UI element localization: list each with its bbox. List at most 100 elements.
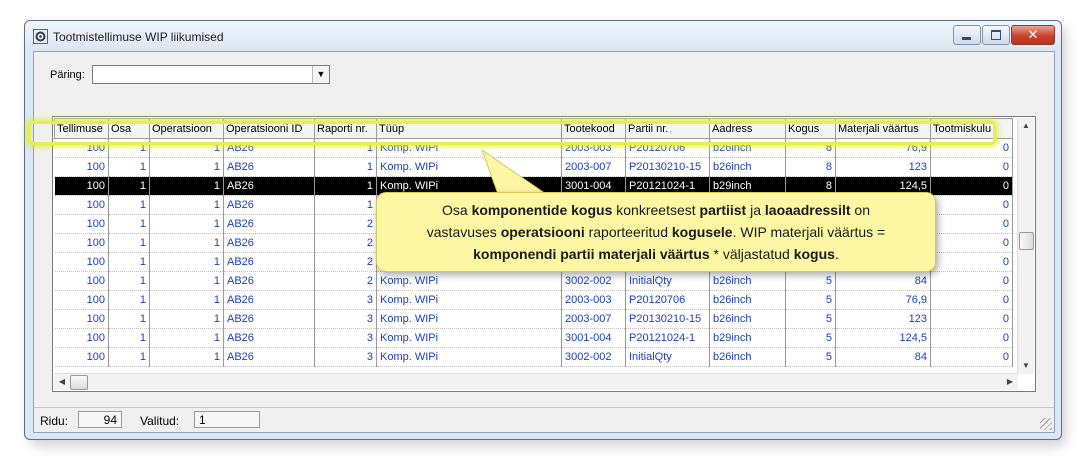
chevron-down-icon[interactable]: ▼	[312, 66, 329, 83]
table-cell: 1	[149, 214, 224, 234]
table-cell: 2	[314, 233, 377, 253]
scroll-right-icon[interactable]: ▶	[1002, 374, 1018, 390]
vertical-scrollbar[interactable]: ▲ ▼	[1017, 118, 1034, 374]
table-cell: InitialQty	[625, 347, 710, 367]
table-cell: Komp. WIPi	[376, 328, 562, 348]
table-cell: P20120706	[625, 138, 710, 158]
minimize-icon	[962, 37, 971, 40]
table-cell: 100	[54, 271, 109, 291]
callout-text: Osa	[442, 202, 472, 218]
table-cell: 1	[314, 176, 377, 196]
table-cell: 1	[314, 195, 377, 215]
table-row[interactable]: 100 1 1 AB26 3 Komp. WIPi 2003-003 P20120706 b26…	[54, 290, 1013, 310]
title-bar[interactable]: Tootmistellimuse WIP liikumised ✕	[25, 21, 1061, 51]
resize-grip-icon[interactable]	[1040, 418, 1052, 430]
callout-text: vastavuses	[426, 224, 501, 240]
query-dropdown[interactable]: ▼	[92, 65, 330, 84]
table-cell: AB26	[223, 271, 315, 291]
column-header[interactable]: Raporti nr.	[314, 118, 377, 139]
table-cell: 1	[108, 271, 150, 291]
column-header[interactable]: Kogus	[785, 118, 836, 139]
callout-emphasis: kogus	[793, 246, 835, 262]
table-cell: 0	[930, 271, 1013, 291]
table-cell: 2003-007	[561, 309, 626, 329]
table-cell: 5	[785, 290, 836, 310]
column-header[interactable]: Operatsioon	[149, 118, 224, 139]
table-cell: P20121024-1	[625, 328, 710, 348]
table-cell: 1	[108, 290, 150, 310]
table-cell: 1	[108, 138, 150, 158]
table-cell: P20130210-15	[625, 157, 710, 177]
column-header[interactable]: Tootekood	[561, 118, 626, 139]
table-cell: 2	[314, 271, 377, 291]
callout-line-2: vastavuses operatsiooni raporteeritud ko…	[377, 221, 935, 243]
table-cell: 100	[54, 309, 109, 329]
table-cell: 1	[149, 252, 224, 272]
scroll-up-icon[interactable]: ▲	[1018, 118, 1034, 134]
callout-pointer	[481, 150, 548, 195]
table-cell: 3	[314, 290, 377, 310]
column-header[interactable]: Materjali väärtus	[835, 118, 931, 139]
table-cell: b29inch	[709, 328, 786, 348]
table-cell: Komp. WIPi	[376, 347, 562, 367]
column-header[interactable]: Tellimuse	[54, 118, 109, 139]
table-cell: 5	[785, 347, 836, 367]
horizontal-scrollbar[interactable]: ◀ ▶	[54, 373, 1018, 390]
table-cell: 3	[314, 309, 377, 329]
table-cell: 1	[108, 176, 150, 196]
table-row[interactable]: 100 1 1 AB26 3 Komp. WIPi 2003-007 P20130210-15…	[54, 309, 1013, 329]
table-row[interactable]: 100 1 1 AB26 2 Komp. WIPi 3002-002 InitialQty b2…	[54, 271, 1013, 291]
horizontal-scroll-thumb[interactable]	[70, 375, 88, 390]
vertical-scroll-thumb[interactable]	[1019, 232, 1034, 250]
table-cell: 3002-002	[561, 347, 626, 367]
close-button[interactable]: ✕	[1011, 25, 1055, 45]
table-cell: 100	[54, 233, 109, 253]
table-cell: b26inch	[709, 290, 786, 310]
table-cell: AB26	[223, 233, 315, 253]
table-cell: 2	[314, 214, 377, 234]
table-cell: 100	[54, 347, 109, 367]
column-header[interactable]: Tootmiskulu	[930, 118, 1013, 139]
table-cell: 1	[108, 252, 150, 272]
rows-label: Ridu:	[40, 414, 69, 428]
table-cell: 1	[149, 328, 224, 348]
table-cell: 76,9	[835, 138, 931, 158]
column-header[interactable]: Osa	[108, 118, 150, 139]
table-cell: 3001-004	[561, 328, 626, 348]
table-cell: AB26	[223, 176, 315, 196]
table-cell: 123	[835, 309, 931, 329]
table-cell: b26inch	[709, 138, 786, 158]
table-row[interactable]: 100 1 1 AB26 3 Komp. WIPi 3002-002 InitialQty b2…	[54, 347, 1013, 367]
column-header[interactable]: Aadress	[709, 118, 786, 139]
table-cell: 1	[149, 347, 224, 367]
table-cell: 100	[54, 290, 109, 310]
maximize-button[interactable]	[982, 25, 1010, 45]
table-cell: 100	[54, 195, 109, 215]
minimize-button[interactable]	[953, 25, 981, 45]
column-header[interactable]: Operatsiooni ID	[223, 118, 315, 139]
table-cell: 0	[930, 347, 1013, 367]
maximize-icon	[991, 30, 1001, 40]
scroll-left-icon[interactable]: ◀	[54, 374, 70, 390]
table-cell: 84	[835, 271, 931, 291]
table-row[interactable]: 100 1 1 AB26 3 Komp. WIPi 3001-004 P20121024-1 b…	[54, 328, 1013, 348]
scroll-down-icon[interactable]: ▼	[1018, 358, 1034, 374]
column-header[interactable]: Partii nr.	[625, 118, 710, 139]
table-cell: AB26	[223, 214, 315, 234]
annotation-callout: Osa komponentide kogus konkreetsest part…	[376, 192, 936, 272]
table-cell: 1	[149, 195, 224, 215]
table-cell: AB26	[223, 138, 315, 158]
window-controls: ✕	[952, 25, 1055, 45]
table-cell: 1	[149, 290, 224, 310]
rows-count: 94	[78, 411, 122, 428]
column-header[interactable]: Tüüp	[376, 118, 562, 139]
table-cell: AB26	[223, 157, 315, 177]
table-cell: Komp. WIPi	[376, 309, 562, 329]
table-cell: 3002-002	[561, 271, 626, 291]
callout-emphasis: partiist	[699, 202, 747, 218]
table-cell: 1	[149, 138, 224, 158]
table-cell: 1	[108, 347, 150, 367]
table-cell: AB26	[223, 290, 315, 310]
callout-emphasis: kogusele	[671, 224, 733, 240]
close-icon: ✕	[1027, 27, 1039, 42]
